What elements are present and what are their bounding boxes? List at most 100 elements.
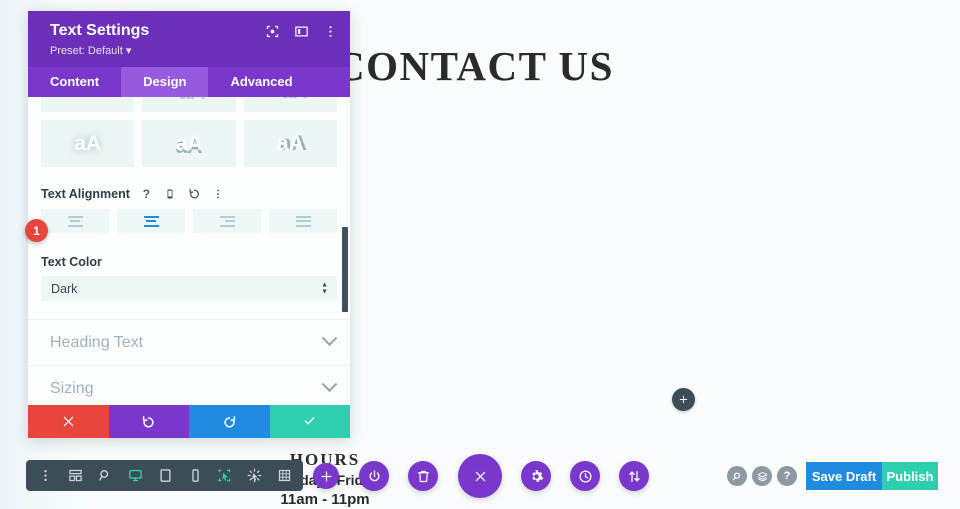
undo-glyph [189, 188, 199, 199]
click-glyph [217, 469, 230, 482]
click-mode-icon[interactable] [211, 463, 237, 489]
wireframe-view-icon[interactable] [62, 463, 88, 489]
kebab-glyph [217, 189, 220, 198]
align-center-button[interactable] [117, 209, 185, 233]
layers-glyph [757, 471, 767, 481]
wireframe-glyph [68, 469, 82, 482]
modal-title: Text Settings [50, 22, 150, 39]
text-settings-modal[interactable]: Text Settings Preset: Default ▾ Content … [28, 11, 350, 438]
clock-icon [578, 469, 592, 483]
magnifier-glyph [98, 470, 108, 481]
text-shadow-option[interactable]: aA [41, 120, 135, 167]
text-alignment-options[interactable] [28, 209, 350, 233]
layers-icon[interactable] [752, 466, 772, 486]
settings-button[interactable] [521, 461, 551, 491]
tablet-view-icon[interactable] [152, 463, 178, 489]
plus-icon [679, 395, 688, 404]
text-alignment-row: Text Alignment ? [28, 186, 350, 201]
align-right-button[interactable] [193, 209, 261, 233]
search-icon[interactable] [727, 466, 747, 486]
help-icon[interactable]: ? [139, 186, 154, 201]
zoom-view-icon[interactable] [92, 463, 118, 489]
focus-target-icon[interactable] [265, 24, 280, 39]
view-mode-toolbar[interactable] [26, 460, 214, 491]
undo-button[interactable] [108, 405, 189, 438]
text-alignment-label: Text Alignment [41, 186, 130, 201]
hover-mode-icon[interactable] [241, 463, 267, 489]
power-icon [368, 469, 380, 481]
align-left-button[interactable] [41, 209, 109, 233]
plus-icon [321, 471, 331, 481]
delete-button[interactable] [408, 461, 438, 491]
trash-icon [417, 470, 429, 482]
publish-button[interactable]: Publish [882, 462, 938, 490]
chevron-down-icon [321, 330, 338, 347]
close-icon [475, 471, 485, 481]
hours-time: 11am - 11pm [280, 491, 370, 508]
chevron-down-icon: ▾ [125, 45, 132, 57]
text-shadow-option[interactable]: aA [142, 120, 236, 167]
text-color-select[interactable]: Dark [41, 276, 337, 301]
kebab-menu-icon[interactable] [323, 24, 338, 39]
redo-icon [224, 416, 235, 428]
mobile-glyph [167, 189, 173, 198]
page-title: CONTACT US [335, 43, 614, 89]
undo-icon[interactable] [187, 186, 202, 201]
modal-preset[interactable]: Preset: Default ▾ [50, 44, 149, 57]
close-builder-button[interactable] [458, 454, 502, 498]
interaction-mode-toolbar[interactable] [205, 460, 303, 491]
notification-badge[interactable]: 1 [25, 219, 48, 242]
divi-builder-screen: CONTACT US HOURS Monday - Friday 11am - … [0, 0, 960, 509]
save-draft-button[interactable]: Save Draft [806, 462, 882, 490]
gear-icon [531, 469, 543, 482]
tablet-glyph [159, 469, 171, 482]
modal-tabs[interactable]: Content Design Advanced [28, 67, 350, 97]
text-shadow-option[interactable]: aA [243, 120, 337, 167]
accordion-heading-text[interactable]: Heading Text [28, 320, 350, 366]
grid-glyph [278, 469, 290, 482]
updown-arrows-icon [628, 470, 640, 482]
add-section-button[interactable] [672, 388, 695, 411]
design-accordions[interactable]: Heading Text Sizing [28, 319, 350, 405]
text-shadow-option[interactable]: aA [142, 97, 236, 112]
grid-mode-icon[interactable] [271, 463, 297, 489]
kebab-menu-icon[interactable] [211, 186, 226, 201]
modal-footer-actions[interactable] [28, 405, 350, 438]
close-icon [63, 416, 74, 427]
power-toggle-button[interactable] [359, 461, 389, 491]
accordion-label: Heading Text [50, 333, 144, 351]
align-justify-button[interactable] [269, 209, 337, 233]
modal-header-actions [265, 21, 338, 39]
redo-button[interactable] [189, 405, 270, 438]
text-color-label: Text Color [41, 255, 102, 269]
tab-content[interactable]: Content [28, 67, 121, 97]
preset-label: Preset: Default [50, 45, 123, 57]
undo-icon [143, 416, 154, 428]
desktop-view-icon[interactable] [122, 463, 148, 489]
panel-layout-icon[interactable] [294, 24, 309, 39]
stepper-arrows-icon: ▲ ▼ [321, 281, 328, 295]
chevron-down-icon [321, 376, 338, 393]
desktop-glyph [128, 469, 142, 482]
portability-button[interactable] [619, 461, 649, 491]
accordion-label: Sizing [50, 379, 94, 397]
panel-scrollbar[interactable] [342, 227, 348, 312]
magnifier-glyph [732, 472, 740, 480]
tab-design[interactable]: Design [121, 67, 209, 97]
text-shadow-presets[interactable]: aA aA aA aA aA aA [28, 97, 350, 167]
history-button[interactable] [570, 461, 600, 491]
more-options-icon[interactable] [32, 463, 58, 489]
phone-glyph [191, 469, 199, 482]
text-shadow-option[interactable]: aA [243, 97, 337, 112]
accordion-sizing[interactable]: Sizing [28, 366, 350, 405]
mobile-icon[interactable] [163, 186, 178, 201]
add-module-button[interactable] [313, 463, 339, 489]
tab-advanced[interactable]: Advanced [208, 67, 314, 97]
modal-body: aA aA aA aA aA aA Text Alignment ? [28, 97, 350, 405]
help-icon[interactable]: ? [777, 466, 797, 486]
save-changes-button[interactable] [269, 405, 350, 438]
cancel-changes-button[interactable] [28, 405, 109, 438]
check-icon [304, 417, 315, 425]
text-shadow-option[interactable]: aA [41, 97, 135, 112]
text-color-field[interactable]: Dark ▲ ▼ [28, 276, 350, 301]
